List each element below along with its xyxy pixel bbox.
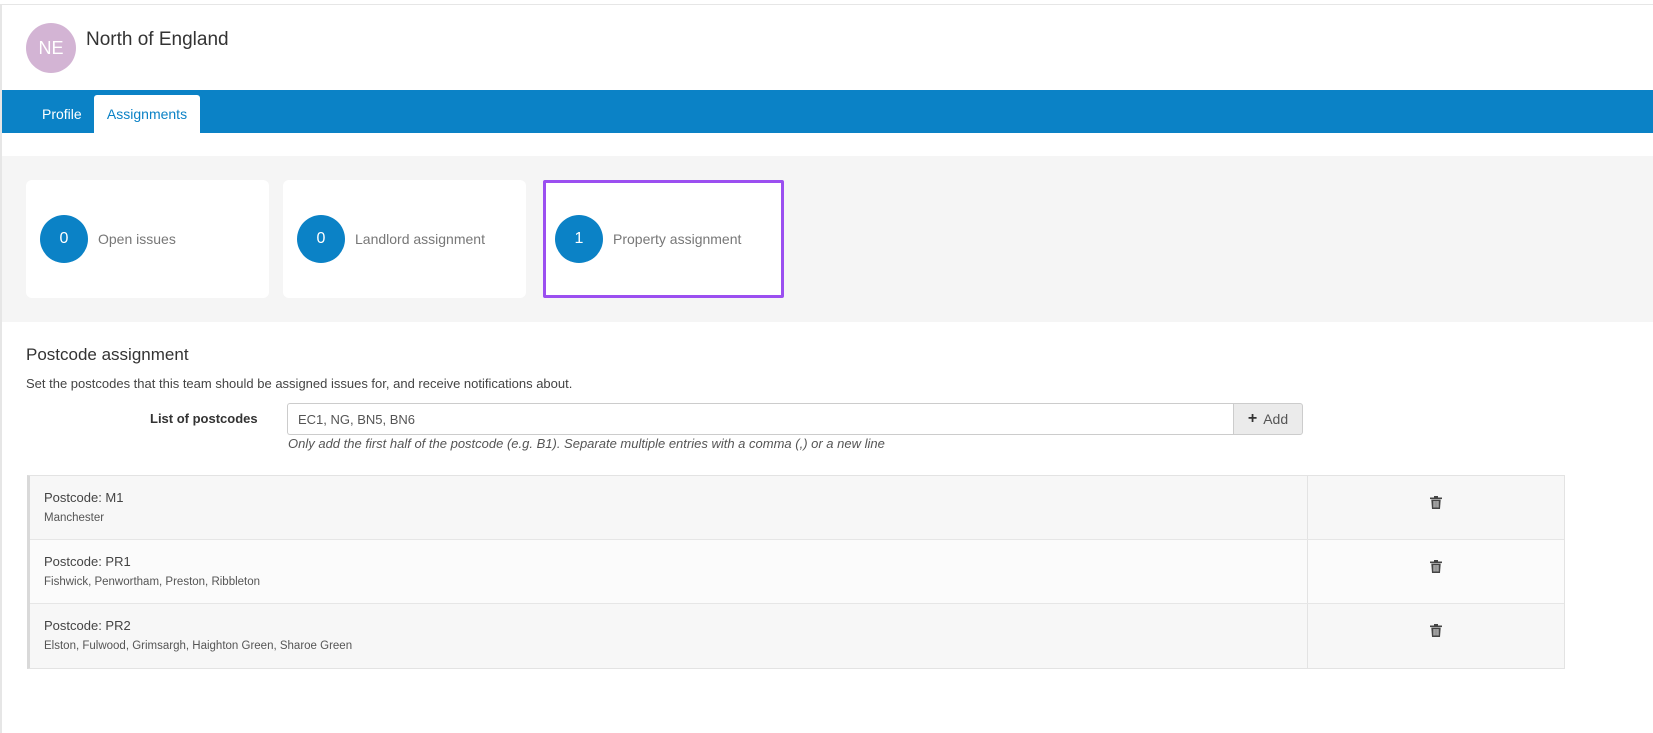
count-badge: 0 xyxy=(40,215,88,263)
tab-bar: Profile Assignments xyxy=(2,90,1653,133)
row-postcode: Postcode: M1 xyxy=(44,490,124,505)
postcode-input-group: + Add xyxy=(287,403,1303,435)
row-info: Postcode: PR2 Elston, Fulwood, Grimsargh… xyxy=(30,604,1308,668)
row-actions xyxy=(1308,476,1564,539)
page-title: North of England xyxy=(86,29,229,50)
section-description: Set the postcodes that this team should … xyxy=(26,376,573,391)
count-badge: 0 xyxy=(297,215,345,263)
tab-profile[interactable]: Profile xyxy=(28,95,96,133)
row-postcode: Postcode: PR1 xyxy=(44,554,131,569)
row-areas: Manchester xyxy=(44,512,105,524)
stat-card-landlord-assignment[interactable]: 0 Landlord assignment xyxy=(283,180,526,298)
stat-label: Property assignment xyxy=(613,231,742,247)
table-row: Postcode: PR1 Fishwick, Penwortham, Pres… xyxy=(30,540,1564,604)
row-actions xyxy=(1308,540,1564,603)
stat-card-open-issues[interactable]: 0 Open issues xyxy=(26,180,269,298)
postcodes-field-label: List of postcodes xyxy=(150,411,258,426)
trash-icon[interactable] xyxy=(1430,496,1442,509)
table-row: Postcode: M1 Manchester xyxy=(30,476,1564,540)
stats-band: 0 Open issues 0 Landlord assignment 1 Pr… xyxy=(2,156,1653,322)
page-frame: NE North of England Profile Assignments … xyxy=(0,4,1653,733)
postcode-help-text: Only add the first half of the postcode … xyxy=(288,436,885,451)
add-postcode-button[interactable]: + Add xyxy=(1233,403,1303,435)
team-header: NE North of England xyxy=(26,23,229,73)
plus-icon: + xyxy=(1247,410,1258,427)
table-row: Postcode: PR2 Elston, Fulwood, Grimsargh… xyxy=(30,604,1564,668)
row-postcode: Postcode: PR2 xyxy=(44,618,131,633)
add-button-label: Add xyxy=(1263,411,1289,427)
section-title: Postcode assignment xyxy=(26,345,189,364)
tab-assignments[interactable]: Assignments xyxy=(94,95,200,133)
trash-icon[interactable] xyxy=(1430,560,1442,573)
postcode-table: Postcode: M1 Manchester Postcode: PR1 Fi… xyxy=(27,475,1565,669)
row-info: Postcode: M1 Manchester xyxy=(30,476,1308,539)
row-info: Postcode: PR1 Fishwick, Penwortham, Pres… xyxy=(30,540,1308,603)
stat-label: Landlord assignment xyxy=(355,231,485,247)
postcode-input[interactable] xyxy=(287,403,1233,435)
row-areas: Elston, Fulwood, Grimsargh, Haighton Gre… xyxy=(44,640,353,652)
stat-card-property-assignment[interactable]: 1 Property assignment xyxy=(543,180,784,298)
row-actions xyxy=(1308,604,1564,668)
count-badge: 1 xyxy=(555,215,603,263)
stat-label: Open issues xyxy=(98,231,176,247)
trash-icon[interactable] xyxy=(1430,624,1442,637)
row-areas: Fishwick, Penwortham, Preston, Ribbleton xyxy=(44,576,261,588)
team-avatar: NE xyxy=(26,23,76,73)
